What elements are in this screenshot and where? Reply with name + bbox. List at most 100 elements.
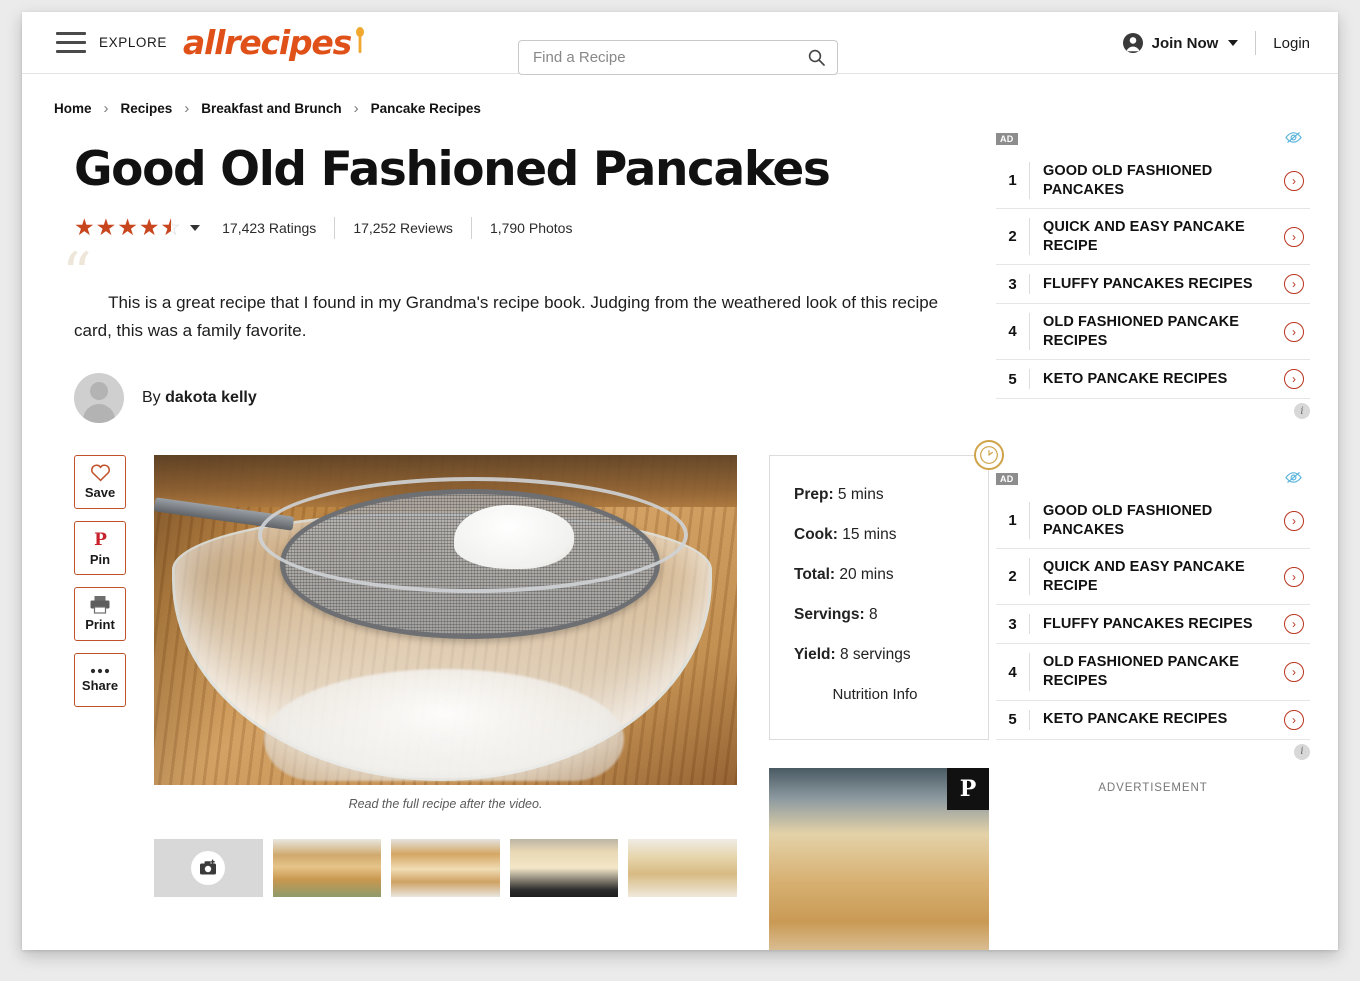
ad-rank: 4: [996, 313, 1030, 351]
servings-value: 8: [864, 605, 878, 623]
pinterest-save-icon[interactable]: P: [947, 767, 989, 810]
list-item[interactable]: 5 KETO PANCAKE RECIPES ›: [996, 701, 1310, 740]
chevron-right-icon[interactable]: ›: [1284, 170, 1304, 191]
list-item[interactable]: 2 QUICK AND EASY PANCAKE RECIPE ›: [996, 549, 1310, 606]
hide-ad-eye-icon[interactable]: [1285, 131, 1302, 149]
search-input[interactable]: [519, 49, 808, 66]
ad-rank: 1: [996, 162, 1030, 200]
pancake-thumbnail-3[interactable]: [509, 838, 619, 897]
header-account-area: Join Now Login: [1122, 12, 1310, 74]
breadcrumb-item-home[interactable]: Home: [54, 101, 92, 116]
search-icon[interactable]: [808, 49, 825, 66]
pancake-thumbnail-1[interactable]: [272, 838, 382, 897]
hide-ad-eye-icon[interactable]: [1285, 471, 1302, 489]
share-label: Share: [81, 677, 119, 693]
star-icon: ★: [95, 214, 117, 241]
printer-icon: [90, 596, 110, 614]
rating-row: ★ ★ ★ ★ ☆ 17,423 Ratings 17,252 Reviews …: [74, 214, 996, 241]
chevron-right-icon[interactable]: ›: [1284, 614, 1304, 635]
list-item[interactable]: 3 FLUFFY PANCAKES RECIPES ›: [996, 265, 1310, 305]
ad-rank: 5: [996, 709, 1030, 730]
star-rating[interactable]: ★ ★ ★ ★ ☆: [74, 214, 181, 241]
chevron-down-icon: [1228, 40, 1239, 46]
rating-chevron-down-icon[interactable]: [190, 224, 201, 231]
advertisement-label: ADVERTISEMENT: [1098, 781, 1208, 794]
chevron-right-icon[interactable]: ›: [1284, 369, 1304, 390]
photos-count[interactable]: 1,790 Photos: [490, 220, 573, 236]
ad-header: AD: [996, 131, 1310, 149]
sidebar-ads: AD 1 GOOD OLD FASHIONED PANCAKES › 2 QUI…: [996, 117, 1310, 950]
breadcrumb-separator-icon: ›: [353, 100, 359, 117]
ad-info-icon[interactable]: i: [1294, 403, 1310, 420]
ad-tag: AD: [996, 473, 1018, 486]
ad-info-icon[interactable]: i: [1294, 743, 1310, 760]
breadcrumb-item-breakfast-and-brunch[interactable]: Breakfast and Brunch: [201, 101, 341, 116]
recipe-hero-image[interactable]: [154, 454, 737, 785]
add-photo-thumbnail[interactable]: [154, 838, 263, 897]
chevron-right-icon[interactable]: ›: [1284, 709, 1304, 730]
explore-button[interactable]: EXPLORE: [99, 35, 167, 50]
chevron-right-icon[interactable]: ›: [1284, 566, 1304, 587]
ad-rank: 3: [996, 274, 1030, 295]
chevron-right-icon[interactable]: ›: [1284, 510, 1304, 531]
list-item[interactable]: 5 KETO PANCAKE RECIPES ›: [996, 360, 1310, 400]
print-button[interactable]: Print: [74, 586, 126, 641]
ad-block-2: AD 1 GOOD OLD FASHIONED PANCAKES › 2 QUI…: [996, 471, 1310, 760]
pancake-stack-photo[interactable]: P: [769, 767, 989, 950]
ad-title: GOOD OLD FASHIONED PANCAKES: [1043, 503, 1213, 538]
spoon-icon: [356, 27, 365, 53]
save-button[interactable]: Save: [74, 454, 126, 509]
ad-rank: 1: [996, 502, 1030, 540]
ad-rank: 2: [996, 558, 1030, 596]
header-divider: [1255, 31, 1257, 55]
page-container: EXPLORE allrecipes Find a Recipe Join No…: [22, 12, 1338, 950]
chevron-right-icon[interactable]: ›: [1284, 226, 1304, 247]
ad-footer: i: [996, 740, 1310, 760]
breadcrumb-separator-icon: ›: [103, 100, 109, 117]
join-now-button[interactable]: Join Now: [1122, 32, 1239, 54]
login-link[interactable]: Login: [1273, 35, 1310, 52]
hamburger-menu-icon[interactable]: [56, 32, 86, 53]
allrecipes-logo[interactable]: allrecipes: [183, 23, 365, 62]
ad-title: OLD FASHIONED PANCAKE RECIPES: [1043, 314, 1239, 349]
breadcrumb-item-pancake-recipes[interactable]: Pancake Recipes: [371, 101, 481, 116]
total-label: Total:: [794, 565, 836, 583]
chevron-right-icon[interactable]: ›: [1284, 321, 1304, 342]
nutrition-info-link[interactable]: Nutrition Info: [784, 686, 966, 703]
author-row: By dakota kelly: [74, 372, 996, 423]
rating-divider: [470, 216, 472, 239]
list-item[interactable]: 4 OLD FASHIONED PANCAKE RECIPES ›: [996, 644, 1310, 701]
ad-title: GOOD OLD FASHIONED PANCAKES: [1043, 163, 1213, 198]
chevron-right-icon[interactable]: ›: [1284, 662, 1304, 683]
heart-icon: [90, 464, 110, 482]
pancake-thumbnail-4[interactable]: [628, 838, 737, 897]
pin-label: Pin: [89, 552, 111, 568]
join-now-label: Join Now: [1151, 34, 1219, 52]
ad-tag: AD: [996, 133, 1018, 145]
yield-label: Yield:: [794, 645, 836, 663]
print-label: Print: [85, 617, 115, 633]
ratings-count[interactable]: 17,423 Ratings: [222, 220, 316, 236]
page-body: Good Old Fashioned Pancakes ★ ★ ★ ★ ☆ 17…: [22, 117, 1338, 950]
avatar: [74, 372, 124, 423]
ad-header: AD: [996, 471, 1310, 489]
ellipsis-icon: [90, 668, 110, 673]
list-item[interactable]: 3 FLUFFY PANCAKES RECIPES ›: [996, 605, 1310, 645]
cook-time-row: Cook: 15 mins: [794, 526, 988, 544]
author-name[interactable]: dakota kelly: [165, 389, 257, 406]
search-box[interactable]: [518, 40, 838, 75]
list-item[interactable]: 4 OLD FASHIONED PANCAKE RECIPES ›: [996, 304, 1310, 361]
list-item[interactable]: 2 QUICK AND EASY PANCAKE RECIPE ›: [996, 209, 1310, 266]
share-button[interactable]: Share: [74, 652, 126, 707]
reviews-count[interactable]: 17,252 Reviews: [353, 220, 453, 236]
chevron-right-icon[interactable]: ›: [1284, 274, 1304, 295]
account-icon: [1122, 33, 1143, 53]
list-item[interactable]: 1 GOOD OLD FASHIONED PANCAKES ›: [996, 493, 1310, 550]
ad-title: QUICK AND EASY PANCAKE RECIPE: [1043, 559, 1245, 594]
pin-button[interactable]: P Pin: [74, 520, 126, 575]
list-item[interactable]: 1 GOOD OLD FASHIONED PANCAKES ›: [996, 153, 1310, 210]
pancake-thumbnail-2[interactable]: [391, 838, 500, 897]
breadcrumb-item-recipes[interactable]: Recipes: [121, 101, 173, 116]
ad-title: QUICK AND EASY PANCAKE RECIPE: [1043, 219, 1245, 254]
ad-footer: i: [996, 399, 1310, 420]
